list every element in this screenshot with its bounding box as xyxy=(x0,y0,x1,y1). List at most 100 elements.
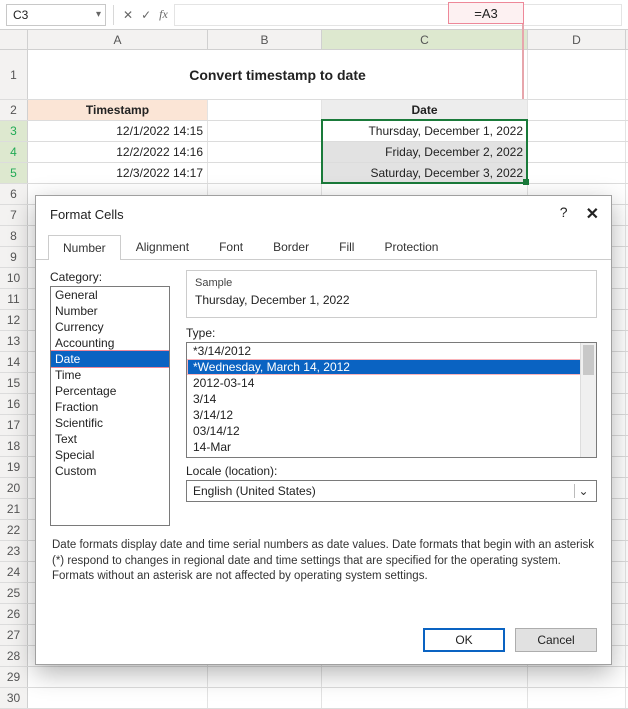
chevron-down-icon[interactable]: ▾ xyxy=(96,9,101,20)
type-option[interactable]: *Wednesday, March 14, 2012 xyxy=(187,359,596,375)
accept-formula-icon[interactable]: ✓ xyxy=(139,8,153,22)
row-header[interactable]: 8 xyxy=(0,226,28,246)
column-header[interactable]: A xyxy=(28,30,208,49)
scrollbar[interactable] xyxy=(580,343,596,457)
row-header[interactable]: 9 xyxy=(0,247,28,267)
cancel-formula-icon[interactable]: ✕ xyxy=(121,8,135,22)
type-option[interactable]: 2012-03-14 xyxy=(187,375,596,391)
cell[interactable] xyxy=(208,667,322,687)
row-header[interactable]: 7 xyxy=(0,205,28,225)
tab-fill[interactable]: Fill xyxy=(324,234,369,259)
category-option[interactable]: Scientific xyxy=(51,415,169,431)
title-cell[interactable]: Convert timestamp to date xyxy=(28,50,528,99)
row-header[interactable]: 16 xyxy=(0,394,28,414)
type-option[interactable]: 14-Mar xyxy=(187,439,596,455)
fx-icon[interactable]: fx xyxy=(157,7,170,22)
row-header[interactable]: 18 xyxy=(0,436,28,456)
cell[interactable] xyxy=(528,100,626,120)
row-header[interactable]: 28 xyxy=(0,646,28,666)
row-header[interactable]: 17 xyxy=(0,415,28,435)
dialog-titlebar[interactable]: Format Cells ? ✕ xyxy=(36,196,611,230)
row-header[interactable]: 25 xyxy=(0,583,28,603)
help-icon[interactable]: ? xyxy=(560,204,568,224)
row-header[interactable]: 21 xyxy=(0,499,28,519)
cell[interactable] xyxy=(528,667,626,687)
cell[interactable] xyxy=(322,667,528,687)
row-header[interactable]: 6 xyxy=(0,184,28,204)
row-header[interactable]: 22 xyxy=(0,520,28,540)
row-header[interactable]: 13 xyxy=(0,331,28,351)
row-header[interactable]: 27 xyxy=(0,625,28,645)
cell[interactable] xyxy=(208,121,322,141)
cell[interactable] xyxy=(208,142,322,162)
category-option[interactable]: General xyxy=(51,287,169,303)
type-listbox[interactable]: *3/14/2012*Wednesday, March 14, 20122012… xyxy=(186,342,597,458)
cell[interactable] xyxy=(28,667,208,687)
formula-input[interactable] xyxy=(174,4,622,26)
timestamp-cell[interactable]: 12/2/2022 14:16 xyxy=(28,142,208,162)
select-all-corner[interactable] xyxy=(0,30,28,49)
cell[interactable] xyxy=(28,688,208,708)
tab-number[interactable]: Number xyxy=(48,235,121,260)
category-option[interactable]: Percentage xyxy=(51,383,169,399)
type-option[interactable]: *3/14/2012 xyxy=(187,343,596,359)
row-header[interactable]: 3 xyxy=(0,121,28,141)
row-header[interactable]: 12 xyxy=(0,310,28,330)
row-header[interactable]: 5 xyxy=(0,163,28,183)
cell[interactable] xyxy=(528,142,626,162)
header-date[interactable]: Date xyxy=(322,100,528,120)
type-option[interactable]: 03/14/12 xyxy=(187,423,596,439)
row-header[interactable]: 10 xyxy=(0,268,28,288)
timestamp-cell[interactable]: 12/1/2022 14:15 xyxy=(28,121,208,141)
column-header[interactable]: C xyxy=(322,30,528,49)
name-box[interactable]: C3 ▾ xyxy=(6,4,106,26)
row-header[interactable]: 26 xyxy=(0,604,28,624)
cell[interactable] xyxy=(208,688,322,708)
row-header[interactable]: 30 xyxy=(0,688,28,708)
close-icon[interactable]: ✕ xyxy=(586,204,599,224)
type-option[interactable]: 3/14/12 xyxy=(187,407,596,423)
tab-font[interactable]: Font xyxy=(204,234,258,259)
category-listbox[interactable]: GeneralNumberCurrencyAccountingDateTimeP… xyxy=(50,286,170,526)
row-header[interactable]: 1 xyxy=(0,50,28,99)
cell[interactable] xyxy=(528,688,626,708)
category-option[interactable]: Custom xyxy=(51,463,169,479)
header-timestamp[interactable]: Timestamp xyxy=(28,100,208,120)
scroll-thumb[interactable] xyxy=(583,345,594,375)
chevron-down-icon[interactable]: ⌄ xyxy=(574,484,592,498)
date-cell[interactable]: Saturday, December 3, 2022 xyxy=(322,163,528,183)
category-option[interactable]: Text xyxy=(51,431,169,447)
cell[interactable] xyxy=(208,163,322,183)
row-header[interactable]: 2 xyxy=(0,100,28,120)
category-option[interactable]: Time xyxy=(51,367,169,383)
timestamp-cell[interactable]: 12/3/2022 14:17 xyxy=(28,163,208,183)
locale-select[interactable]: English (United States) ⌄ xyxy=(186,480,597,502)
column-header[interactable]: D xyxy=(528,30,626,49)
row-header[interactable]: 29 xyxy=(0,667,28,687)
row-header[interactable]: 19 xyxy=(0,457,28,477)
cell[interactable] xyxy=(528,121,626,141)
row-header[interactable]: 14 xyxy=(0,352,28,372)
cell[interactable] xyxy=(528,50,626,99)
type-option[interactable]: 3/14 xyxy=(187,391,596,407)
category-option[interactable]: Special xyxy=(51,447,169,463)
category-option[interactable]: Fraction xyxy=(51,399,169,415)
row-header[interactable]: 24 xyxy=(0,562,28,582)
date-cell[interactable]: Thursday, December 1, 2022 xyxy=(322,121,528,141)
cell[interactable] xyxy=(528,163,626,183)
category-option[interactable]: Accounting xyxy=(51,335,169,351)
tab-protection[interactable]: Protection xyxy=(369,234,453,259)
cell[interactable] xyxy=(208,100,322,120)
date-cell[interactable]: Friday, December 2, 2022 xyxy=(322,142,528,162)
row-header[interactable]: 23 xyxy=(0,541,28,561)
category-option[interactable]: Currency xyxy=(51,319,169,335)
cell[interactable] xyxy=(322,688,528,708)
row-header[interactable]: 20 xyxy=(0,478,28,498)
ok-button[interactable]: OK xyxy=(423,628,505,652)
tab-border[interactable]: Border xyxy=(258,234,324,259)
row-header[interactable]: 11 xyxy=(0,289,28,309)
row-header[interactable]: 4 xyxy=(0,142,28,162)
row-header[interactable]: 15 xyxy=(0,373,28,393)
cancel-button[interactable]: Cancel xyxy=(515,628,597,652)
category-option[interactable]: Date xyxy=(51,351,169,367)
